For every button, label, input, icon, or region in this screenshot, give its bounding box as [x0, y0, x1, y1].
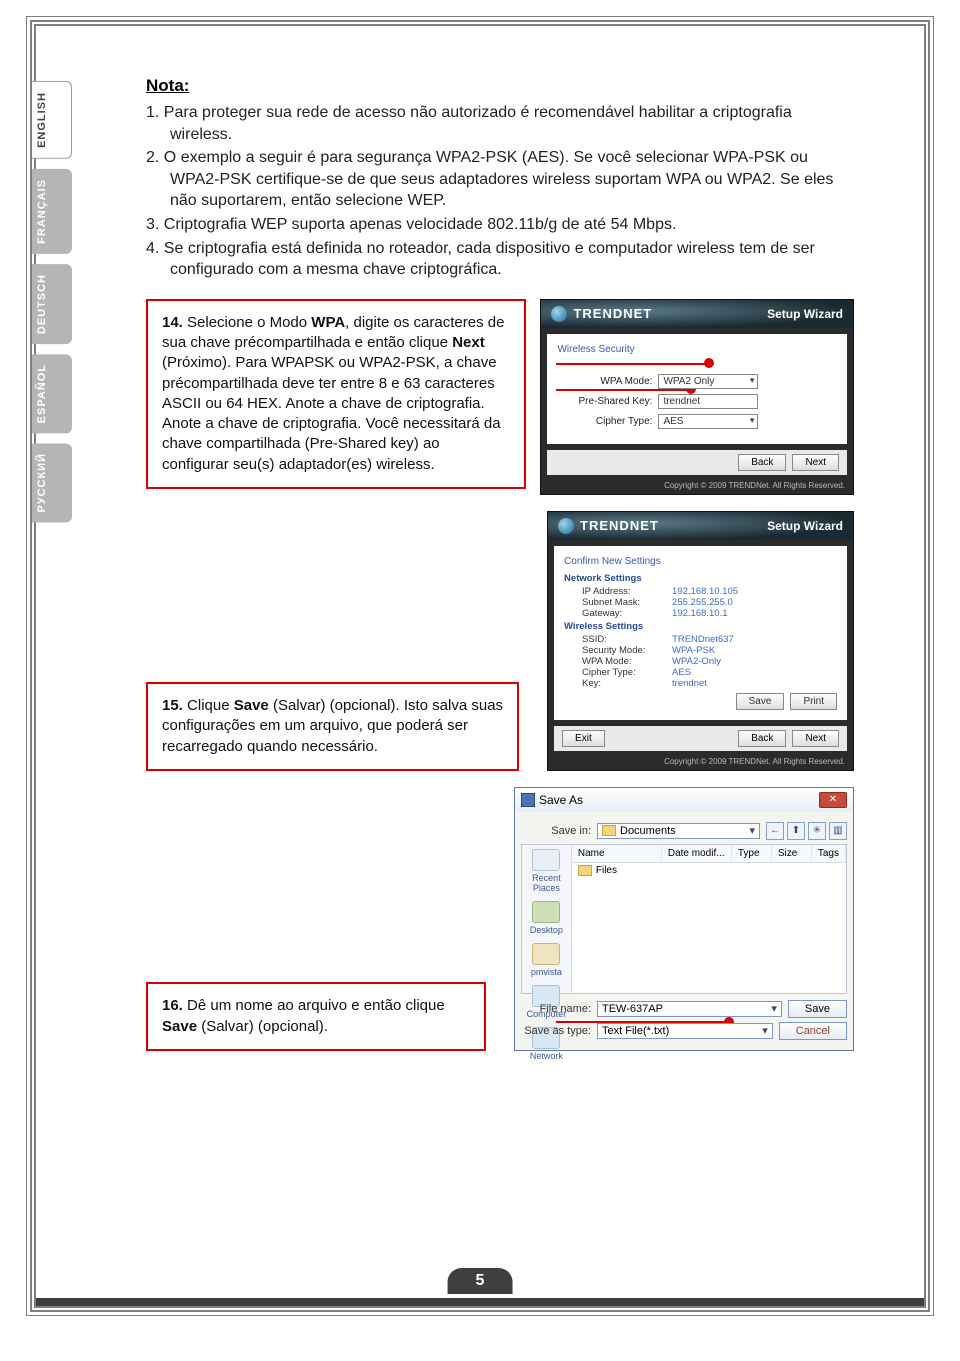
section-title: Confirm New Settings	[564, 556, 837, 567]
wizard-header: TRENDNET Setup Wizard	[541, 300, 853, 328]
mask-label: Subnet Mask:	[582, 597, 672, 608]
cip-label: Cipher Type:	[582, 667, 672, 678]
step-14-row: 14. Selecione o Modo WPA, digite os cara…	[146, 299, 854, 495]
nota-item: 2. O exemplo a seguir é para segurança W…	[146, 147, 854, 212]
newfolder-icon[interactable]: ✳	[808, 822, 826, 840]
tab-russian[interactable]: РУССКИЙ	[32, 443, 72, 522]
wpa-value: WPA2-Only	[672, 656, 721, 667]
sec-value: WPA-PSK	[672, 645, 715, 656]
cip-value: AES	[672, 667, 691, 678]
places-bar: Recent Places Desktop pmvista Computer N…	[522, 845, 572, 993]
savein-select[interactable]: Documents	[597, 823, 760, 839]
nota-block: Nota: 1. Para proteger sua rede de acess…	[146, 76, 854, 281]
col-type[interactable]: Type	[732, 845, 772, 862]
step-14-box: 14. Selecione o Modo WPA, digite os cara…	[146, 299, 526, 489]
tab-deutsch[interactable]: DEUTSCH	[32, 264, 72, 344]
savetype-label: Save as type:	[521, 1025, 591, 1037]
wpa-label: WPA Mode:	[582, 656, 672, 667]
wl-settings-header: Wireless Settings	[564, 621, 837, 632]
col-size[interactable]: Size	[772, 845, 812, 862]
ssid-label: SSID:	[582, 634, 672, 645]
savetype-select[interactable]: Text File(*.txt)	[597, 1023, 773, 1039]
gw-value: 192.168.10.1	[672, 608, 727, 619]
place-recent[interactable]: Recent Places	[522, 849, 571, 893]
section-title: Wireless Security	[557, 344, 837, 355]
net-settings-header: Network Settings	[564, 573, 837, 584]
col-name[interactable]: Name	[572, 845, 662, 862]
psk-label: Pre-Shared Key:	[557, 396, 652, 407]
nota-item: 4. Se criptografia está definida no rote…	[146, 238, 854, 281]
gw-label: Gateway:	[582, 608, 672, 619]
disk-icon	[521, 793, 535, 807]
copyright: Copyright © 2009 TRENDNet. All Rights Re…	[548, 757, 853, 770]
key-label: Key:	[582, 678, 672, 689]
print-button[interactable]: Print	[790, 693, 837, 710]
dialog-titlebar: Save As ✕	[515, 788, 853, 812]
filename-label: File name:	[521, 1003, 591, 1015]
save-as-dialog: Save As ✕ Save in: Documents ← ⬆ ✳ ▥	[514, 787, 854, 1051]
copyright: Copyright © 2009 TRENDNet. All Rights Re…	[541, 481, 853, 494]
tab-english[interactable]: ENGLISH	[32, 81, 72, 159]
file-row[interactable]: Files	[572, 863, 846, 878]
save-button[interactable]: Save	[736, 693, 785, 710]
back-button[interactable]: Back	[738, 454, 786, 471]
file-list-header: Name Date modif... Type Size Tags	[572, 845, 846, 863]
key-value: trendnet	[672, 678, 707, 689]
nota-item: 1. Para proteger sua rede de acesso não …	[146, 102, 854, 145]
save-file-button[interactable]: Save	[788, 1000, 847, 1018]
ip-label: IP Address:	[582, 586, 672, 597]
nota-item: 3. Criptografia WEP suporta apenas veloc…	[146, 214, 854, 236]
wizard-header: TRENDNET Setup Wizard	[548, 512, 853, 540]
step-15-box: 15. Clique Save (Salvar) (opcional). Ist…	[146, 682, 519, 771]
savein-label: Save in:	[521, 825, 591, 837]
nota-title: Nota:	[146, 76, 854, 96]
cipher-select[interactable]: AES	[658, 414, 758, 429]
folder-icon	[578, 865, 592, 876]
page-number: 5	[448, 1268, 513, 1294]
ip-value: 192.168.10.105	[672, 586, 738, 597]
wizard-title: Setup Wizard	[767, 307, 843, 321]
place-desktop[interactable]: Desktop	[530, 901, 563, 935]
language-tabs: ENGLISH FRANÇAIS DEUTSCH ESPAÑOL РУССКИЙ	[32, 81, 72, 523]
cipher-label: Cipher Type:	[557, 416, 652, 427]
views-icon[interactable]: ▥	[829, 822, 847, 840]
setup-wizard-confirm: TRENDNET Setup Wizard Confirm New Settin…	[547, 511, 854, 771]
sec-label: Security Mode:	[582, 645, 672, 656]
col-date[interactable]: Date modif...	[662, 845, 732, 862]
ssid-value: TRENDnet637	[672, 634, 734, 645]
exit-button[interactable]: Exit	[562, 730, 605, 747]
wpa-mode-select[interactable]: WPA2 Only	[658, 374, 758, 389]
close-icon[interactable]: ✕	[819, 792, 847, 808]
back-nav-icon[interactable]: ←	[766, 822, 784, 840]
setup-wizard-security: TRENDNET Setup Wizard Wireless Security …	[540, 299, 854, 495]
tab-francais[interactable]: FRANÇAIS	[32, 169, 72, 254]
step-16-box: 16. Dê um nome ao arquivo e então clique…	[146, 982, 486, 1051]
wpa-mode-label: WPA Mode:	[557, 376, 652, 387]
step-15-row: 15. Clique Save (Salvar) (opcional). Ist…	[146, 511, 854, 771]
dialog-title: Save As	[539, 793, 583, 807]
next-button[interactable]: Next	[792, 454, 839, 471]
filename-input[interactable]: TEW-637AP	[597, 1001, 782, 1017]
folder-icon	[602, 825, 616, 836]
brand-logo: TRENDNET	[551, 306, 652, 322]
step-16-row: 16. Dê um nome ao arquivo e então clique…	[146, 787, 854, 1051]
back-button[interactable]: Back	[738, 730, 786, 747]
psk-input[interactable]: trendnet	[658, 394, 758, 409]
mask-value: 255.255.255.0	[672, 597, 733, 608]
brand-logo: TRENDNET	[558, 518, 659, 534]
wizard-title: Setup Wizard	[767, 519, 843, 533]
up-nav-icon[interactable]: ⬆	[787, 822, 805, 840]
next-button[interactable]: Next	[792, 730, 839, 747]
place-pmvista[interactable]: pmvista	[531, 943, 562, 977]
tab-espanol[interactable]: ESPAÑOL	[32, 354, 72, 433]
cancel-file-button[interactable]: Cancel	[779, 1022, 847, 1040]
page-footer-bar	[36, 1298, 924, 1306]
col-tags[interactable]: Tags	[812, 845, 846, 862]
